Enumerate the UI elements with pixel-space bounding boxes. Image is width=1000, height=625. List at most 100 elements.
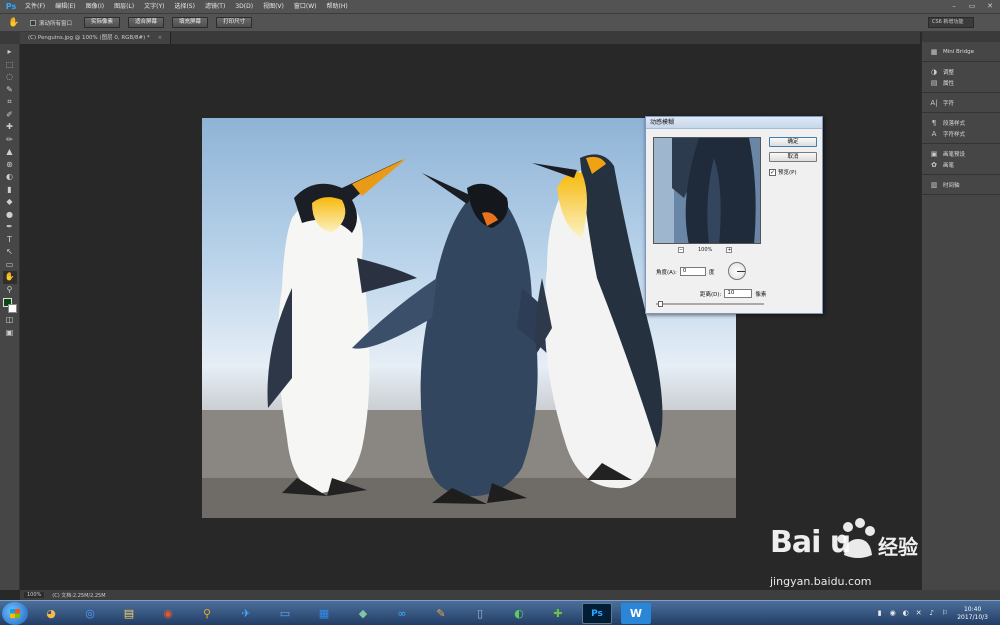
tray-icon[interactable]: ◐ (901, 609, 910, 618)
distance-slider[interactable] (656, 301, 764, 307)
tool-icon[interactable]: ⬚ (3, 59, 17, 72)
tool-icon[interactable]: ✐ (3, 109, 17, 122)
taskbar-app-icon[interactable]: ◕ (36, 603, 66, 624)
taskbar-app-icon[interactable]: ✚ (543, 603, 573, 624)
hand-tool-icon[interactable]: ✋ (8, 17, 24, 29)
checkmark-icon[interactable]: ✓ (769, 168, 776, 176)
option-button[interactable]: 适合屏幕 (128, 17, 165, 28)
menu-item[interactable]: 窗口(W) (289, 0, 322, 14)
panel-button[interactable]: ▥ 时间轴 (922, 179, 1000, 190)
menu-item[interactable]: 滤镜(T) (200, 0, 230, 14)
tool-icon[interactable]: ⊛ (3, 159, 17, 172)
tray-icon[interactable]: ▮ (875, 609, 884, 618)
color-swatches[interactable] (2, 298, 17, 314)
menu-item[interactable]: 文件(F) (20, 0, 50, 14)
tool-icon[interactable]: ▲ (3, 146, 17, 159)
taskbar-app-icon[interactable]: ∞ (387, 603, 417, 624)
preview-zoom-value: 100% (698, 247, 713, 253)
workspace-select[interactable]: CS6 新增功能 (928, 17, 974, 28)
quick-mask-icon[interactable]: ◫ (3, 314, 17, 327)
taskbar-app-icon[interactable]: Ps (582, 603, 612, 624)
tool-icon[interactable]: ⌗ (3, 96, 17, 109)
option-button[interactable]: 填充屏幕 (172, 17, 209, 28)
option-button[interactable]: 打印尺寸 (216, 17, 253, 28)
taskbar-app-icon[interactable]: ⚲ (192, 603, 222, 624)
menu-item[interactable]: 选择(S) (169, 0, 200, 14)
taskbar-app-icon[interactable]: ◐ (504, 603, 534, 624)
tool-icon[interactable]: ● (3, 209, 17, 222)
menu-item[interactable]: 图像(I) (81, 0, 109, 14)
tool-icon[interactable]: ▸ (3, 46, 17, 59)
taskbar-app-icon[interactable]: ✎ (426, 603, 456, 624)
tool-icon[interactable]: ◌ (3, 71, 17, 84)
tray-icon[interactable]: ⚐ (940, 609, 949, 618)
tool-icon[interactable]: ▭ (3, 259, 17, 272)
slider-thumb[interactable] (658, 301, 663, 307)
preview-checkbox[interactable]: ✓ 预览(P) (769, 168, 797, 176)
panel-button[interactable]: ▤ 属性 (922, 77, 1000, 88)
angle-dial[interactable] (728, 262, 746, 280)
blur-preview[interactable] (653, 137, 761, 244)
tool-icon[interactable]: ⚲ (3, 284, 17, 297)
cancel-button[interactable]: 取消 (769, 152, 817, 162)
tool-icon[interactable]: ✎ (3, 84, 17, 97)
checkbox-icon[interactable] (30, 19, 36, 26)
panel-label: Mini Bridge (943, 48, 974, 55)
scroll-all-windows-checkbox[interactable]: 滚动所有窗口 (30, 19, 72, 27)
taskbar-app-icon[interactable]: ◎ (75, 603, 105, 624)
ok-button[interactable]: 确定 (769, 137, 817, 147)
panel-button[interactable]: ▦ Mini Bridge (922, 46, 1000, 57)
panel-button[interactable]: ◑ 调整 (922, 66, 1000, 77)
taskbar-app-icon[interactable]: ✈ (231, 603, 261, 624)
document-tab[interactable]: (C) Penguins.jpg @ 100% (图层 0, RGB/8#) *… (20, 32, 172, 44)
tool-icon[interactable]: ◆ (3, 196, 17, 209)
tool-icon[interactable]: ✏ (3, 134, 17, 147)
tool-icon[interactable]: ✋ (2, 271, 17, 284)
tool-icon[interactable]: ✒ (3, 221, 17, 234)
panel-button[interactable]: ¶ 段落样式 (922, 117, 1000, 128)
taskbar-app-icon[interactable]: ▦ (309, 603, 339, 624)
start-button[interactable] (2, 602, 28, 625)
screen-mode-icon[interactable]: ▣ (3, 327, 17, 340)
clock[interactable]: 10:40 2017/10/3 (957, 606, 988, 622)
menu-item[interactable]: 3D(D) (230, 0, 258, 14)
angle-input[interactable]: 0 (679, 267, 706, 276)
panel-button[interactable]: ▣ 画笔预设 (922, 148, 1000, 159)
panel-button[interactable]: ✿ 画笔 (922, 159, 1000, 170)
zoom-level[interactable]: 100% (24, 592, 45, 598)
dialog-title[interactable]: 动感模糊 (646, 117, 822, 129)
taskbar-app-icon[interactable]: ▤ (114, 603, 144, 624)
distance-input[interactable]: 10 (724, 289, 753, 298)
background-color-swatch[interactable] (7, 304, 17, 313)
taskbar-app-icon[interactable]: W (621, 603, 651, 624)
taskbar-app-icon[interactable]: ▭ (270, 603, 300, 624)
menu-item[interactable]: 视图(V) (258, 0, 289, 14)
distance-unit: 像素 (755, 291, 767, 298)
tray-icon[interactable]: ◉ (888, 609, 897, 618)
panel-button[interactable]: A 字符样式 (922, 128, 1000, 139)
tray-icon[interactable]: ♪ (927, 609, 936, 618)
close-icon[interactable]: ✕ (984, 1, 996, 12)
option-button[interactable]: 实际像素 (84, 17, 121, 28)
maximize-icon[interactable]: ▭ (966, 1, 978, 12)
document-info[interactable]: (C) 文档:2.25M/2.25M (52, 592, 105, 599)
taskbar-app-icon[interactable]: ◆ (348, 603, 378, 624)
panel-button[interactable]: A| 字符 (922, 97, 1000, 108)
menu-item[interactable]: 帮助(H) (322, 0, 353, 14)
tool-icon[interactable]: ✚ (3, 121, 17, 134)
menu-item[interactable]: 图层(L) (109, 0, 139, 14)
document-tab-title: (C) Penguins.jpg @ 100% (图层 0, RGB/8#) * (28, 35, 150, 41)
tray-icon[interactable]: ✕ (914, 609, 923, 618)
taskbar-app-icon[interactable]: ◉ (153, 603, 183, 624)
tool-icon[interactable]: ▮ (3, 184, 17, 197)
close-tab-icon[interactable]: × (158, 35, 163, 41)
tool-icon[interactable]: T (3, 234, 17, 247)
zoom-in-button[interactable]: + (726, 247, 733, 253)
taskbar-app-icon[interactable]: ▯ (465, 603, 495, 624)
tool-icon[interactable]: ◐ (3, 171, 17, 184)
menu-item[interactable]: 文字(Y) (139, 0, 169, 14)
minimize-icon[interactable]: – (948, 1, 960, 12)
menu-item[interactable]: 编辑(E) (50, 0, 80, 14)
zoom-out-button[interactable]: − (678, 247, 684, 253)
tool-icon[interactable]: ↖ (3, 246, 17, 259)
